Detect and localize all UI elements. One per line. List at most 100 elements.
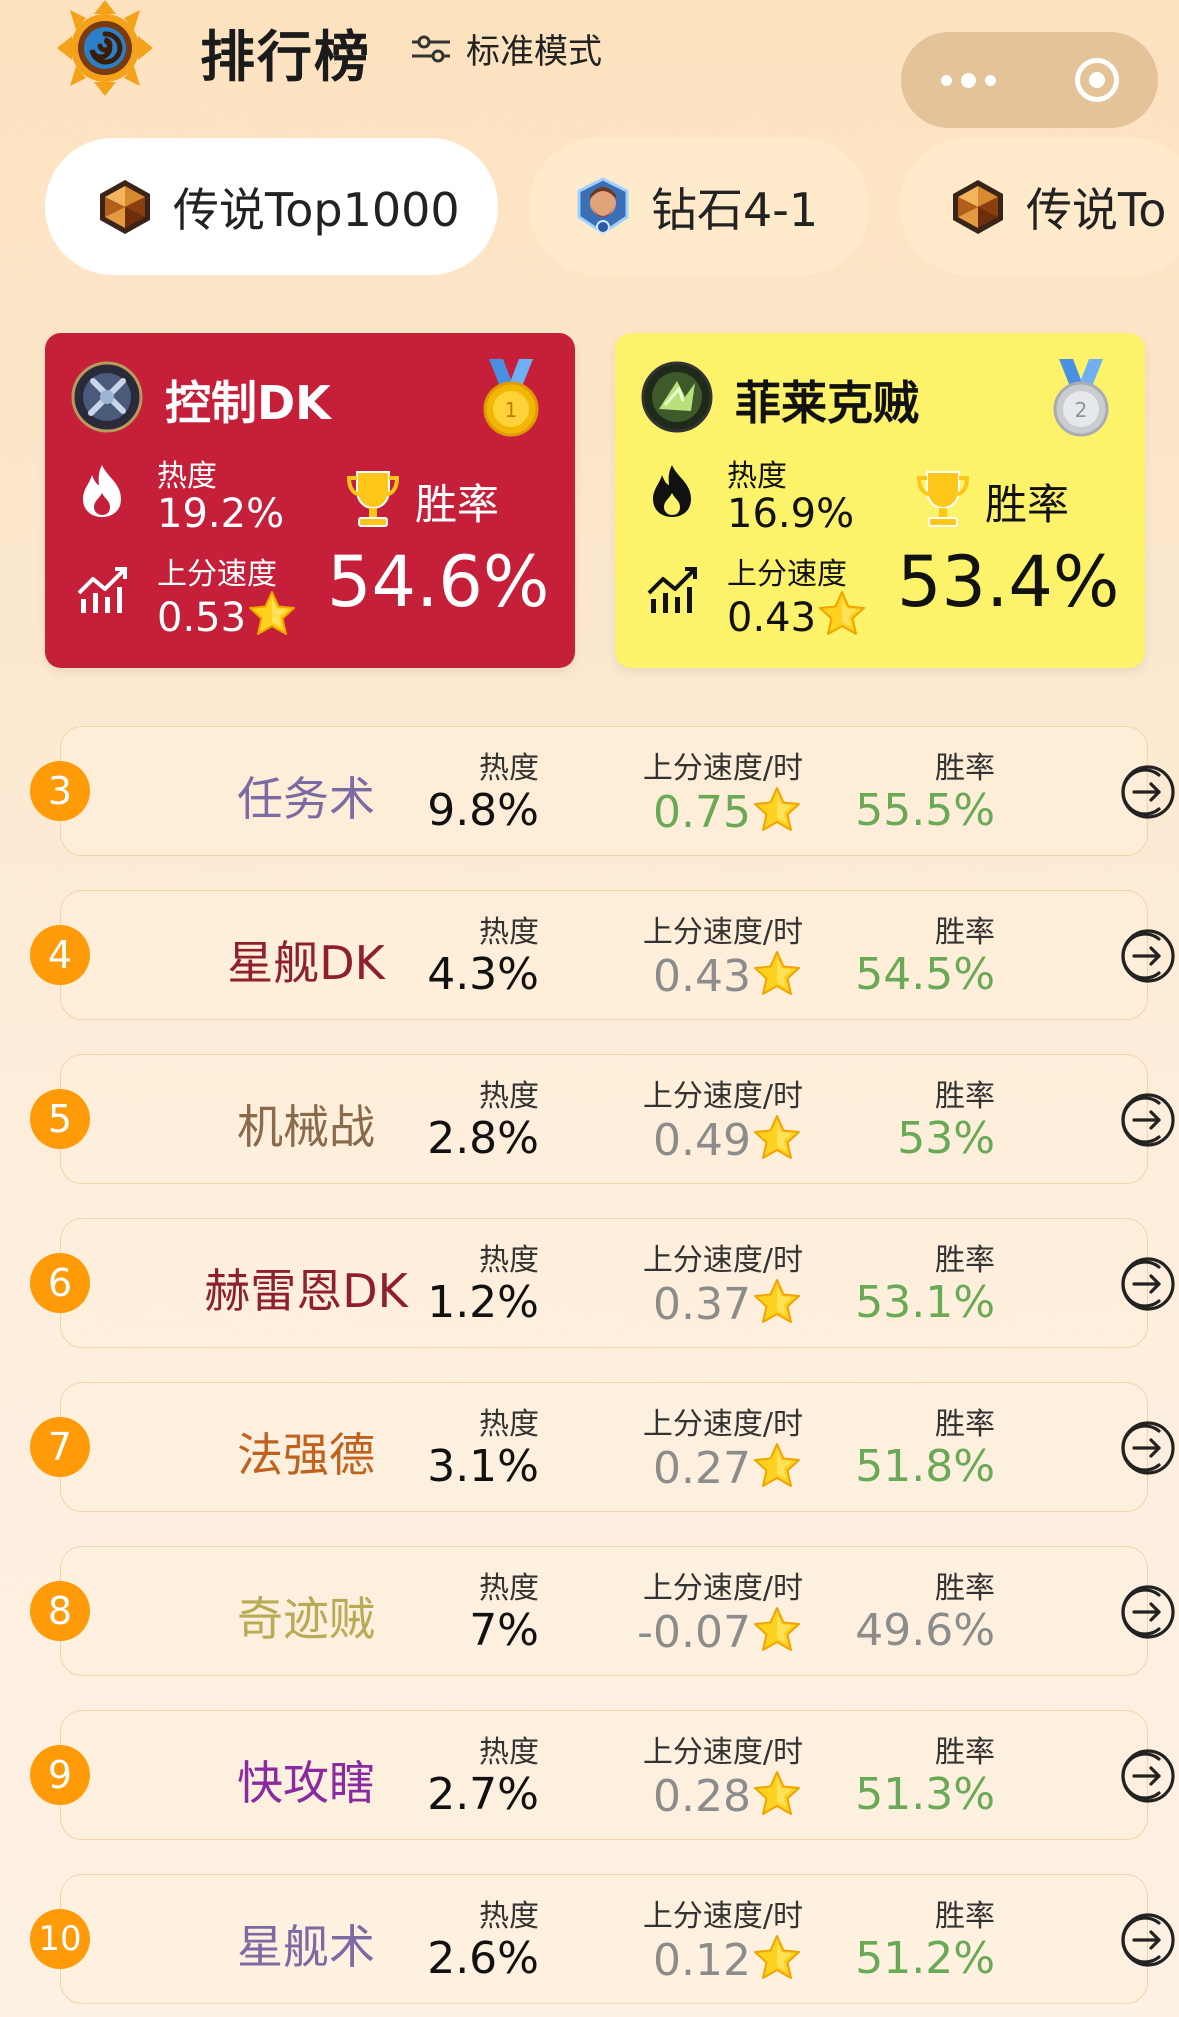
heat-value: 9.8% [427,785,539,836]
rank-badge: 7 [30,1417,90,1477]
speed-label: 上分速度/时 [642,751,803,786]
deck-row[interactable]: 星舰术 热度 2.6% 上分速度/时 0.12 胜率 51.2% [60,1874,1148,2004]
legend-gem-icon [95,177,155,237]
speed-row: 0.37 [653,1277,803,1330]
speed-label: 上分速度/时 [642,1407,803,1442]
rank-badge: 8 [30,1581,90,1641]
close-miniprogram-icon[interactable] [1074,58,1119,102]
enter-arrow-icon[interactable] [1119,927,1177,985]
tab-legend-2[interactable]: 传说To [900,138,1179,275]
silver-medal-icon: 2 [1053,359,1109,437]
speed-value: 0.12 [653,1935,751,1986]
deck-row[interactable]: 快攻瞎 热度 2.7% 上分速度/时 0.28 胜率 51.3% [60,1710,1148,1840]
heat-label: 热度 [479,1899,539,1934]
heat-label: 热度 [479,1571,539,1606]
gold-medal-icon: 1 [483,359,539,437]
winrate-label: 胜率 [985,480,1070,529]
deck-name: 任务术 [237,772,375,826]
star-icon [751,1113,803,1163]
speed-label: 上分速度/时 [642,1899,803,1934]
winrate-value: 51.2% [855,1933,995,1984]
deck-name: 法强德 [237,1428,375,1482]
deck-emblem-icon [71,361,143,433]
diamond-rank-icon [577,176,629,235]
deck-row[interactable]: 星舰DK 热度 4.3% 上分速度/时 0.43 胜率 54.5% [60,890,1148,1020]
legend-gem-icon [948,177,1008,237]
winrate-label: 胜率 [935,915,995,950]
enter-arrow-icon[interactable] [1119,763,1177,821]
enter-arrow-icon[interactable] [1119,1747,1177,1805]
heat-label: 热度 [479,1079,539,1114]
deck-row[interactable]: 法强德 热度 3.1% 上分速度/时 0.27 胜率 51.8% [60,1382,1148,1512]
deck-row[interactable]: 任务术 热度 9.8% 上分速度/时 0.75 胜率 55.5% [60,726,1148,856]
heat-value: 16.9% [727,491,855,537]
heat-value: 1.2% [427,1277,539,1328]
speed-row: 0.28 [653,1769,803,1822]
winrate-value: 51.8% [855,1441,995,1492]
speed-row: 0.43 [653,949,803,1002]
deck-name: 快攻瞎 [237,1756,375,1810]
winrate-label: 胜率 [935,1407,995,1442]
heat-label: 热度 [479,1243,539,1278]
speed-row: 0.53 [157,589,298,641]
deck-name: 控制DK [165,376,331,430]
enter-arrow-icon[interactable] [1119,1583,1177,1641]
heat-value: 19.2% [157,491,285,537]
winrate-value: 51.3% [855,1769,995,1820]
star-icon [816,589,868,639]
speed-label: 上分速度/时 [642,1571,803,1606]
speed-label: 上分速度/时 [642,1735,803,1770]
winrate-value: 55.5% [855,785,995,836]
speed-row: 0.12 [653,1933,803,1986]
enter-arrow-icon[interactable] [1119,1419,1177,1477]
speed-value: 0.37 [653,1279,751,1330]
star-icon [751,785,803,835]
enter-arrow-icon[interactable] [1119,1255,1177,1313]
mode-selector[interactable]: 标准模式 [410,24,602,73]
rank-badge: 5 [30,1089,90,1149]
flame-icon [83,465,121,517]
trend-up-icon [77,567,127,613]
speed-row: 0.27 [653,1441,803,1494]
deck-row[interactable]: 赫雷恩DK 热度 1.2% 上分速度/时 0.37 胜率 53.1% [60,1218,1148,1348]
deck-name: 赫雷恩DK [204,1264,408,1318]
speed-value: 0.27 [653,1443,751,1494]
deck-row[interactable]: 奇迹贼 热度 7% 上分速度/时 -0.07 胜率 49.6% [60,1546,1148,1676]
trophy-icon [916,471,970,527]
enter-arrow-icon[interactable] [1119,1911,1177,1969]
winrate-value: 54.6% [327,541,550,623]
speed-value: 0.49 [653,1115,751,1166]
top-deck-card-2[interactable]: 菲莱克贼 2 热度 16.9% 上分速度 0.43 胜率 53.4% [615,333,1145,668]
flame-icon [653,465,691,517]
winrate-label: 胜率 [935,1899,995,1934]
tab-diamond[interactable]: 钻石4-1 [529,138,869,275]
winrate-label: 胜率 [935,1079,995,1114]
hearthstone-logo-icon [57,0,153,96]
more-menu-icon[interactable] [940,72,996,88]
enter-arrow-icon[interactable] [1119,1091,1177,1149]
winrate-label: 胜率 [935,1735,995,1770]
heat-value: 2.6% [427,1933,539,1984]
mode-label: 标准模式 [466,32,602,72]
miniprogram-capsule [901,32,1158,128]
speed-label: 上分速度/时 [642,1243,803,1278]
tab-legend-top1000[interactable]: 传说Top1000 [45,138,498,275]
winrate-value: 54.5% [855,949,995,1000]
rank-badge: 4 [30,925,90,985]
tab-label: 传说Top1000 [173,182,460,237]
rank-badge: 6 [30,1253,90,1313]
heat-label: 热度 [479,1735,539,1770]
speed-row: 0.75 [653,785,803,838]
speed-row: 0.49 [653,1113,803,1166]
top-deck-card-1[interactable]: 控制DK 1 热度 19.2% 上分速度 0.53 胜率 54.6% [45,333,575,668]
rank-badge: 9 [30,1745,90,1805]
winrate-label: 胜率 [415,480,500,529]
winrate-value: 53.1% [855,1277,995,1328]
speed-label: 上分速度/时 [642,915,803,950]
star-icon [751,1605,803,1655]
trophy-icon [346,471,400,527]
star-icon [751,1441,803,1491]
heat-value: 4.3% [427,949,539,1000]
speed-row: 0.43 [727,589,868,641]
deck-row[interactable]: 机械战 热度 2.8% 上分速度/时 0.49 胜率 53% [60,1054,1148,1184]
